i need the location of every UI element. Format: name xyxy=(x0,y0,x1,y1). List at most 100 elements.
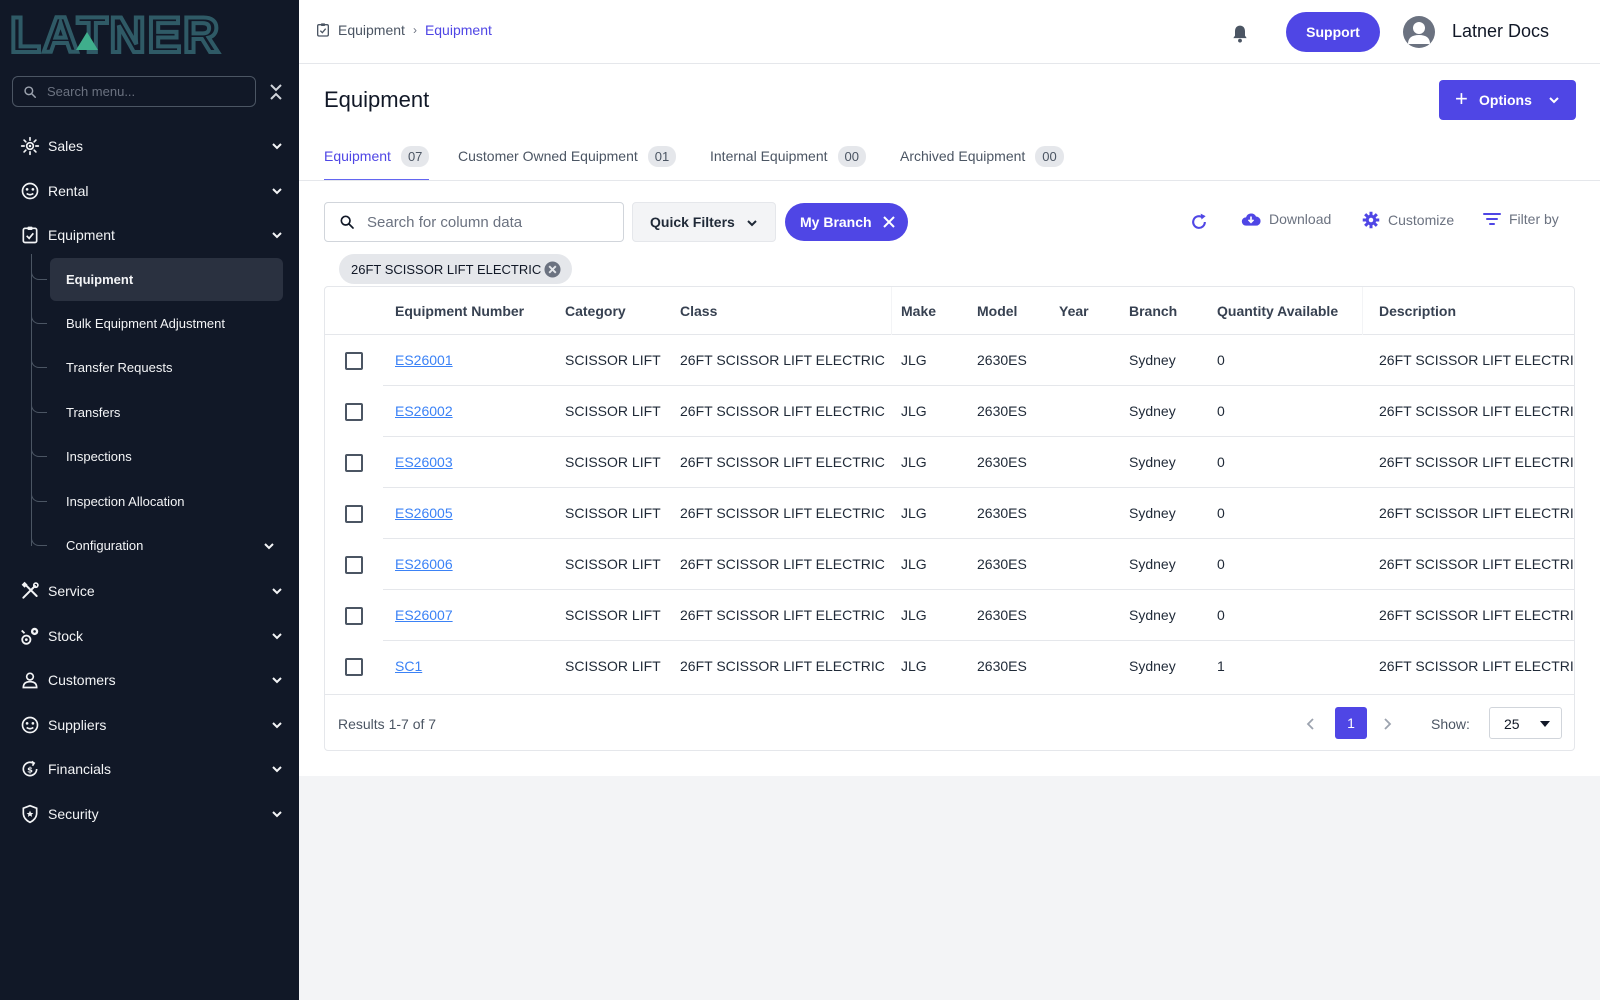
table-row[interactable]: ES26005 SCISSOR LIFT 26FT SCISSOR LIFT E… xyxy=(325,488,1574,539)
sidebar-subitem-transfer-requests[interactable]: Transfer Requests xyxy=(50,346,283,389)
row-checkbox[interactable] xyxy=(345,505,363,523)
tab-equipment[interactable]: Equipment 07 xyxy=(324,131,430,181)
tab-label: Internal Equipment xyxy=(710,148,828,164)
page-size-label: Show: xyxy=(1431,716,1470,732)
page-size-select[interactable]: 25 xyxy=(1489,707,1562,739)
table-row[interactable]: ES26006 SCISSOR LIFT 26FT SCISSOR LIFT E… xyxy=(325,539,1574,590)
tab-archived-equipment[interactable]: Archived Equipment 00 xyxy=(900,131,1064,181)
column-header-category[interactable]: Category xyxy=(565,303,626,319)
customize-button[interactable]: Customize xyxy=(1362,211,1454,229)
cell-class: 26FT SCISSOR LIFT ELECTRIC xyxy=(680,556,885,572)
cell-description: 26FT SCISSOR LIFT ELECTRIC xyxy=(1379,454,1575,470)
equipment-number-link[interactable]: ES26006 xyxy=(395,556,453,572)
tab-count-badge: 00 xyxy=(1035,145,1064,167)
table-row[interactable]: ES26007 SCISSOR LIFT 26FT SCISSOR LIFT E… xyxy=(325,590,1574,641)
avatar[interactable] xyxy=(1403,16,1435,48)
chevron-right-icon[interactable] xyxy=(1381,717,1393,731)
tab-customer-owned-equipment[interactable]: Customer Owned Equipment 01 xyxy=(458,131,677,181)
cell-category: SCISSOR LIFT xyxy=(565,607,661,623)
sidebar-subitem-label: Inspection Allocation xyxy=(66,494,185,509)
sidebar-subitem-inspection-allocation[interactable]: Inspection Allocation xyxy=(50,480,283,523)
row-checkbox[interactable] xyxy=(345,454,363,472)
equipment-number-link[interactable]: ES26005 xyxy=(395,505,453,521)
my-branch-chip[interactable]: My Branch xyxy=(785,203,908,241)
page-number-button[interactable]: 1 xyxy=(1335,707,1367,739)
notifications-bell-icon[interactable] xyxy=(1230,23,1250,45)
quick-filters-dropdown[interactable]: Quick Filters xyxy=(632,202,776,242)
table-row[interactable]: SC1 SCISSOR LIFT 26FT SCISSOR LIFT ELECT… xyxy=(325,641,1574,692)
cell-quantity-available: 0 xyxy=(1217,556,1225,572)
search-icon xyxy=(340,215,354,229)
download-button[interactable]: Download xyxy=(1241,211,1331,227)
column-header-model[interactable]: Model xyxy=(977,303,1017,319)
table-row[interactable]: ES26001 SCISSOR LIFT 26FT SCISSOR LIFT E… xyxy=(325,335,1574,386)
cell-category: SCISSOR LIFT xyxy=(565,658,661,674)
cell-quantity-available: 0 xyxy=(1217,454,1225,470)
chevron-down-icon xyxy=(272,766,282,773)
sidebar-item-stock[interactable]: Stock xyxy=(0,616,299,656)
chevron-down-icon xyxy=(272,722,282,729)
page-size-value: 25 xyxy=(1504,716,1520,732)
row-checkbox[interactable] xyxy=(345,352,363,370)
sidebar-item-equipment[interactable]: Equipment xyxy=(0,215,299,255)
active-filter-chip[interactable]: 26FT SCISSOR LIFT ELECTRIC xyxy=(339,254,572,284)
user-name[interactable]: Latner Docs xyxy=(1452,21,1549,42)
sidebar-item-rental[interactable]: Rental xyxy=(0,171,299,211)
sidebar-subitem-transfers[interactable]: Transfers xyxy=(50,391,283,434)
refresh-icon[interactable] xyxy=(1189,212,1209,232)
column-search[interactable] xyxy=(324,202,624,242)
close-icon[interactable] xyxy=(882,215,896,229)
column-header-make[interactable]: Make xyxy=(901,303,936,319)
column-header-description[interactable]: Description xyxy=(1379,303,1456,319)
cell-make: JLG xyxy=(901,454,927,470)
column-search-input[interactable] xyxy=(367,213,607,231)
sidebar-item-financials[interactable]: $ Financials xyxy=(0,749,299,789)
options-button[interactable]: + Options xyxy=(1439,80,1576,120)
tab-label: Customer Owned Equipment xyxy=(458,148,638,164)
sidebar-subitem-inspections[interactable]: Inspections xyxy=(50,435,283,478)
svg-text:LATNER: LATNER xyxy=(10,10,221,56)
sidebar-item-suppliers[interactable]: Suppliers xyxy=(0,705,299,745)
sidebar-subitem-equipment[interactable]: Equipment xyxy=(50,258,283,301)
equipment-number-link[interactable]: ES26002 xyxy=(395,403,453,419)
cell-class: 26FT SCISSOR LIFT ELECTRIC xyxy=(680,505,885,521)
sidebar-item-customers[interactable]: Customers xyxy=(0,660,299,700)
sidebar-item-service[interactable]: Service xyxy=(0,571,299,611)
table-row[interactable]: ES26003 SCISSOR LIFT 26FT SCISSOR LIFT E… xyxy=(325,437,1575,488)
sidebar-item-label: Service xyxy=(48,583,95,599)
cell-description: 26FT SCISSOR LIFT ELECTRIC xyxy=(1379,403,1575,419)
row-checkbox[interactable] xyxy=(345,607,363,625)
chevron-left-icon[interactable] xyxy=(1305,717,1317,731)
equipment-number-link[interactable]: ES26003 xyxy=(395,454,453,470)
tab-internal-equipment[interactable]: Internal Equipment 00 xyxy=(710,131,866,181)
filter-by-button[interactable]: Filter by xyxy=(1483,211,1559,227)
sidebar-item-sales[interactable]: Sales xyxy=(0,126,299,166)
cell-model: 2630ES xyxy=(977,607,1027,623)
collapse-sidebar-icon[interactable] xyxy=(268,82,284,102)
column-header-equipment-number[interactable]: Equipment Number xyxy=(395,303,524,319)
column-header-year[interactable]: Year xyxy=(1059,303,1089,319)
cell-category: SCISSOR LIFT xyxy=(565,403,661,419)
row-checkbox[interactable] xyxy=(345,403,363,421)
close-circle-icon[interactable] xyxy=(544,261,561,278)
table-row[interactable]: ES26002 SCISSOR LIFT 26FT SCISSOR LIFT E… xyxy=(325,386,1575,437)
sidebar-item-security[interactable]: Security xyxy=(0,794,299,834)
equipment-number-link[interactable]: SC1 xyxy=(395,658,422,674)
column-header-quantity-available[interactable]: Quantity Available xyxy=(1217,303,1338,319)
sidebar-subitem-configuration[interactable]: Configuration xyxy=(50,524,283,567)
menu-search[interactable] xyxy=(12,76,256,107)
breadcrumb-link[interactable]: Equipment xyxy=(338,22,405,38)
equipment-number-link[interactable]: ES26001 xyxy=(395,352,453,368)
sidebar-item-label: Rental xyxy=(48,183,89,199)
menu-search-input[interactable] xyxy=(47,84,237,99)
row-checkbox[interactable] xyxy=(345,658,363,676)
column-header-branch[interactable]: Branch xyxy=(1129,303,1177,319)
column-divider xyxy=(1362,287,1363,335)
cell-model: 2630ES xyxy=(977,352,1027,368)
support-button[interactable]: Support xyxy=(1286,12,1380,52)
sidebar-subitem-bulk-equipment-adjustment[interactable]: Bulk Equipment Adjustment xyxy=(50,302,283,345)
equipment-number-link[interactable]: ES26007 xyxy=(395,607,453,623)
row-checkbox[interactable] xyxy=(345,556,363,574)
column-header-class[interactable]: Class xyxy=(680,303,717,319)
cell-model: 2630ES xyxy=(977,403,1027,419)
